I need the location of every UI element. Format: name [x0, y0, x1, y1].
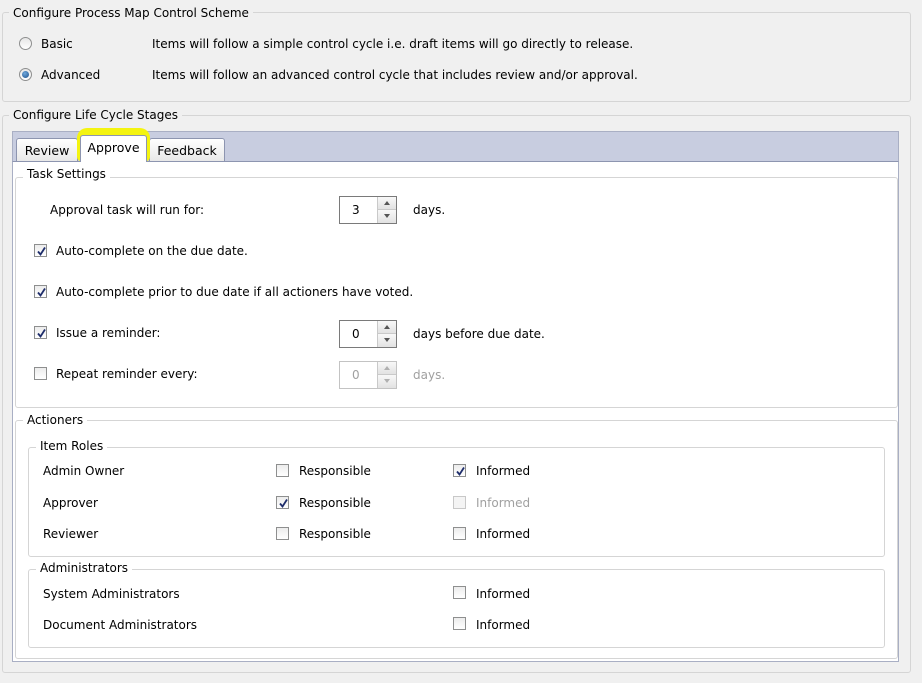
- tab-review[interactable]: Review: [16, 138, 78, 162]
- admin-owner-informed-checkbox[interactable]: [453, 464, 466, 477]
- advanced-radio[interactable]: [19, 68, 32, 81]
- check-icon: [37, 329, 46, 339]
- system-admins-informed-checkbox[interactable]: [453, 586, 466, 599]
- approver-informed-checkbox: [453, 496, 466, 509]
- informed-label[interactable]: Informed: [476, 463, 530, 479]
- repeat-reminder-label[interactable]: Repeat reminder every:: [56, 366, 198, 382]
- auto-complete-voted-checkbox[interactable]: [34, 285, 47, 298]
- basic-label[interactable]: Basic: [41, 36, 73, 52]
- run-for-value[interactable]: 3: [352, 202, 360, 218]
- role-name: Admin Owner: [43, 464, 125, 478]
- admin-name: Document Administrators: [43, 618, 198, 632]
- auto-complete-due-checkbox[interactable]: [34, 244, 47, 257]
- tab-approve[interactable]: Approve: [80, 135, 147, 162]
- check-icon: [37, 247, 46, 257]
- issue-reminder-label[interactable]: Issue a reminder:: [56, 325, 160, 341]
- stepper-up-icon[interactable]: [378, 321, 396, 334]
- responsible-label[interactable]: Responsible: [299, 463, 371, 479]
- approver-responsible-checkbox[interactable]: [276, 496, 289, 509]
- admin-owner-responsible-checkbox[interactable]: [276, 464, 289, 477]
- auto-complete-voted-label[interactable]: Auto-complete prior to due date if all a…: [56, 284, 413, 300]
- stepper-down-icon[interactable]: [378, 334, 396, 347]
- repeat-reminder-value: 0: [352, 368, 360, 382]
- administrators-group: [28, 569, 885, 648]
- informed-label[interactable]: Informed: [476, 526, 530, 542]
- reminder-value[interactable]: 0: [352, 326, 360, 342]
- repeat-reminder-stepper: 0: [339, 361, 397, 389]
- reviewer-responsible-checkbox[interactable]: [276, 527, 289, 540]
- reviewer-informed-checkbox[interactable]: [453, 527, 466, 540]
- check-icon: [456, 467, 465, 477]
- control-scheme-group: [2, 12, 911, 102]
- administrators-title: Administrators: [36, 560, 133, 576]
- repeat-reminder-checkbox[interactable]: [34, 367, 47, 380]
- item-roles-title: Item Roles: [36, 438, 108, 454]
- stepper-up-icon[interactable]: [378, 197, 396, 210]
- check-icon: [279, 499, 288, 509]
- informed-label[interactable]: Informed: [476, 586, 530, 602]
- informed-label: Informed: [476, 496, 531, 510]
- basic-description: Items will follow a simple control cycle…: [152, 37, 634, 51]
- radio-selected-dot: [22, 71, 29, 78]
- basic-radio[interactable]: [19, 37, 32, 50]
- stepper-down-icon[interactable]: [378, 210, 396, 223]
- run-for-label: Approval task will run for:: [50, 203, 205, 217]
- tab-feedback[interactable]: Feedback: [149, 138, 225, 162]
- responsible-label[interactable]: Responsible: [299, 526, 371, 542]
- advanced-description: Items will follow an advanced control cy…: [152, 68, 638, 82]
- reminder-stepper[interactable]: 0: [339, 320, 397, 348]
- run-for-unit: days.: [413, 203, 446, 217]
- check-icon: [37, 288, 46, 298]
- auto-complete-due-label[interactable]: Auto-complete on the due date.: [56, 243, 248, 259]
- document-admins-informed-checkbox[interactable]: [453, 617, 466, 630]
- control-scheme-title: Configure Process Map Control Scheme: [9, 5, 253, 21]
- responsible-label[interactable]: Responsible: [299, 495, 371, 511]
- advanced-label[interactable]: Advanced: [41, 67, 100, 83]
- stepper-up-icon: [378, 362, 396, 375]
- role-name: Reviewer: [43, 527, 99, 541]
- role-name: Approver: [43, 496, 98, 510]
- run-for-stepper[interactable]: 3: [339, 196, 397, 224]
- task-settings-title: Task Settings: [23, 166, 110, 182]
- actioners-title: Actioners: [23, 412, 88, 428]
- informed-label[interactable]: Informed: [476, 617, 530, 633]
- lifecycle-title: Configure Life Cycle Stages: [9, 107, 182, 123]
- stepper-down-icon: [378, 375, 396, 388]
- repeat-reminder-unit: days.: [413, 368, 446, 382]
- reminder-unit: days before due date.: [413, 327, 545, 341]
- admin-name: System Administrators: [43, 587, 180, 601]
- issue-reminder-checkbox[interactable]: [34, 326, 47, 339]
